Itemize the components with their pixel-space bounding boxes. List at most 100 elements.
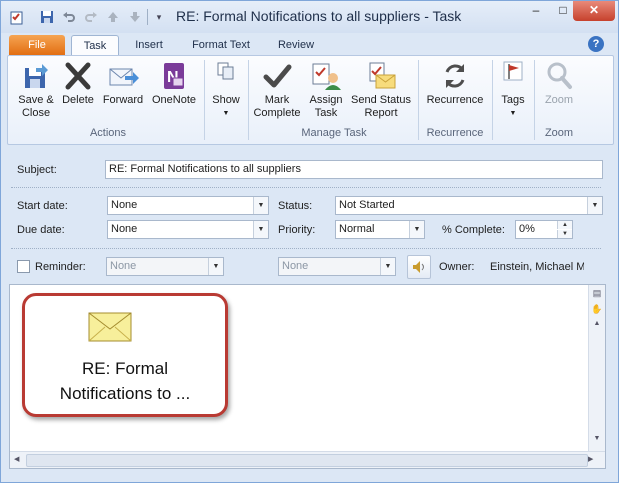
assign-task-button[interactable]: Assign Task — [306, 60, 346, 120]
scroll-up-icon[interactable]: ▲ — [591, 320, 603, 330]
percent-complete-spinner[interactable]: 0% ▲ ▼ — [515, 220, 573, 239]
tab-task[interactable]: Task — [71, 35, 119, 56]
save-close-icon — [25, 64, 48, 88]
minimize-button[interactable]: – — [523, 1, 549, 21]
redo-icon[interactable] — [83, 9, 99, 25]
chevron-down-icon[interactable]: ▼ — [208, 258, 223, 275]
send-status-label: Send Status Report — [351, 94, 411, 119]
customize-qat-icon[interactable]: ▾ — [151, 9, 167, 25]
speaker-icon — [413, 261, 424, 273]
vertical-scrollbar[interactable]: ▤ ✋ ▲ ▼ — [588, 285, 605, 451]
priority-select[interactable]: Normal ▼ — [335, 220, 425, 239]
tags-button[interactable]: Tags ▼ — [496, 60, 530, 120]
group-separator — [534, 60, 535, 140]
recurrence-label: Recurrence — [426, 94, 484, 106]
reminder-sound-button[interactable] — [407, 255, 431, 279]
close-button[interactable]: ✕ — [573, 1, 615, 21]
flag-icon — [503, 61, 523, 81]
chevron-down-icon[interactable]: ▼ — [380, 258, 395, 275]
task-body-editor[interactable]: RE: Formal Notifications to ... ▤ ✋ ▲ ▼ … — [9, 284, 606, 469]
reminder-checkbox[interactable] — [17, 260, 30, 273]
mark-complete-button[interactable]: Mark Complete — [252, 60, 302, 120]
ribbon: Save & Close Delete Forward N OneNote Ac… — [7, 55, 614, 145]
status-select[interactable]: Not Started ▼ — [335, 196, 603, 215]
attachment-caption: RE: Formal Notifications to ... — [25, 356, 225, 406]
zoom-icon — [547, 62, 572, 89]
start-date-field[interactable]: None ▼ — [107, 196, 269, 215]
undo-icon[interactable] — [61, 9, 77, 25]
next-item-icon[interactable] — [127, 9, 143, 25]
tab-format-text[interactable]: Format Text — [181, 35, 261, 55]
chevron-down-icon[interactable]: ▼ — [253, 197, 268, 214]
group-separator — [204, 60, 205, 140]
show-dropdown-icon: ▼ — [222, 110, 230, 117]
save-close-button[interactable]: Save & Close — [14, 60, 58, 120]
scroll-left-icon[interactable]: ◀ — [14, 455, 24, 465]
previous-item-icon[interactable] — [105, 9, 121, 25]
group-separator — [492, 60, 493, 140]
form-divider — [11, 248, 601, 249]
form-divider — [11, 187, 601, 188]
attachment-item[interactable]: RE: Formal Notifications to ... — [22, 293, 228, 417]
attachment-caption-line2: Notifications to ... — [59, 384, 191, 403]
subject-input[interactable]: RE: Formal Notifications to all supplier… — [105, 160, 603, 179]
send-status-report-button[interactable]: Send Status Report — [348, 60, 414, 120]
group-separator — [418, 60, 419, 140]
assign-task-icon — [312, 63, 341, 90]
tab-review[interactable]: Review — [266, 35, 326, 55]
chevron-down-icon[interactable]: ▼ — [587, 197, 602, 214]
tags-label: Tags — [501, 94, 525, 106]
priority-label: Priority: — [278, 224, 316, 236]
email-message-icon — [88, 312, 132, 342]
reminder-date-field[interactable]: None ▼ — [106, 257, 224, 276]
save-close-label: Save & Close — [18, 94, 54, 119]
horizontal-scrollbar[interactable]: ◀ ▶ — [10, 451, 605, 468]
due-date-field[interactable]: None ▼ — [107, 220, 269, 239]
window-title: RE: Formal Notifications to all supplier… — [176, 8, 462, 24]
delete-icon — [65, 62, 91, 90]
spin-up-icon[interactable]: ▲ — [557, 221, 572, 229]
delete-button[interactable]: Delete — [58, 60, 98, 107]
forward-label: Forward — [102, 94, 144, 106]
delete-label: Delete — [62, 94, 94, 106]
forward-button[interactable]: Forward — [100, 60, 146, 107]
help-icon[interactable]: ? — [588, 36, 604, 52]
hand-icon[interactable]: ✋ — [591, 304, 603, 316]
save-icon[interactable] — [39, 9, 55, 25]
percent-complete-value: 0% — [519, 223, 535, 235]
recurrence-button[interactable]: Recurrence — [422, 60, 488, 107]
tab-file[interactable]: File — [9, 35, 65, 55]
tab-insert[interactable]: Insert — [121, 35, 177, 55]
send-status-icon — [369, 62, 396, 89]
page-icon[interactable]: ▤ — [591, 288, 603, 300]
owner-label: Owner: — [439, 261, 475, 273]
reminder-label: Reminder: — [35, 261, 86, 273]
due-date-value: None — [111, 223, 138, 235]
ribbon-tabs: File Task Insert Format Text Review ? — [1, 33, 618, 56]
zoom-group-label: Zoom — [544, 127, 574, 139]
recurrence-group-label: Recurrence — [426, 127, 484, 139]
reminder-date-value: None — [110, 260, 137, 272]
reminder-time-field[interactable]: None ▼ — [278, 257, 396, 276]
scroll-down-icon[interactable]: ▼ — [591, 435, 603, 445]
show-button[interactable]: Show ▼ — [208, 60, 244, 120]
status-value: Not Started — [339, 199, 395, 211]
zoom-button[interactable]: Zoom — [538, 60, 580, 107]
assign-task-label: Assign Task — [309, 94, 343, 119]
priority-value: Normal — [339, 223, 375, 235]
onenote-label: OneNote — [151, 94, 197, 106]
start-date-value: None — [111, 199, 138, 211]
status-label: Status: — [278, 200, 313, 212]
chevron-down-icon[interactable]: ▼ — [409, 221, 424, 238]
spin-down-icon[interactable]: ▼ — [557, 230, 572, 238]
task-app-icon — [9, 9, 25, 25]
subject-label: Subject: — [17, 164, 57, 176]
show-icon — [217, 62, 234, 80]
group-separator — [248, 60, 249, 140]
scroll-right-icon[interactable]: ▶ — [588, 455, 598, 465]
qat-separator — [147, 9, 148, 25]
onenote-button[interactable]: N OneNote — [148, 60, 200, 107]
chevron-down-icon[interactable]: ▼ — [253, 221, 268, 238]
tags-dropdown-icon: ▼ — [509, 110, 517, 117]
horizontal-scroll-thumb[interactable] — [26, 454, 588, 467]
